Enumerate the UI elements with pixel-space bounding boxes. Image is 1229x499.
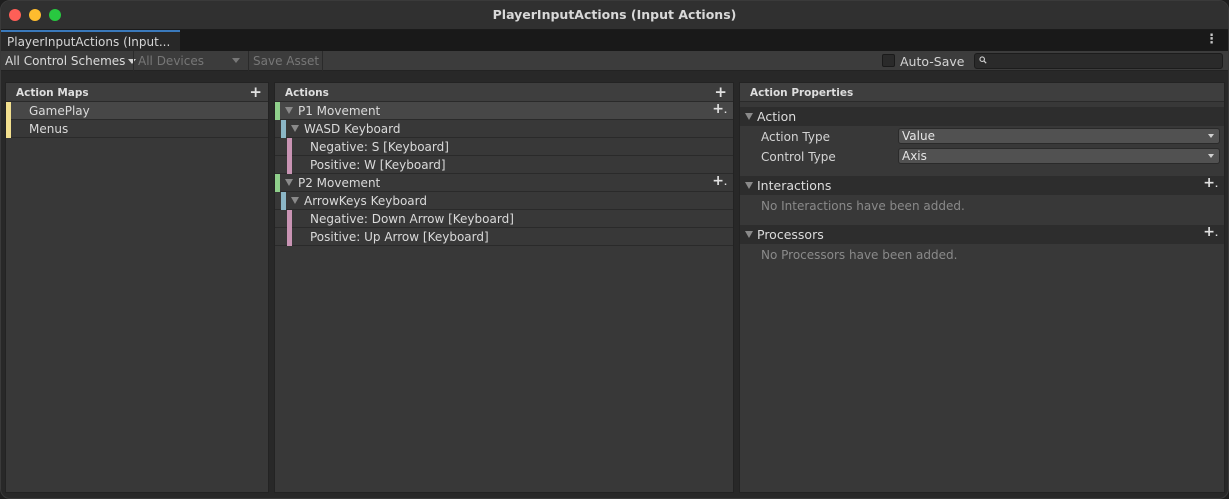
kebab-menu-icon[interactable]: ⋮ [1205,32,1218,47]
action-type-value: Value [902,129,935,143]
control-type-dropdown[interactable]: Axis [898,148,1220,164]
binding-row[interactable]: Positive: W [Keyboard] [275,156,733,174]
action-maps-panel: Action Maps + GamePlay Menus [5,82,269,493]
binding-label: Positive: Up Arrow [Keyboard] [310,230,489,244]
action-map-label: Menus [29,122,69,136]
binding-color-bar [287,210,292,228]
interactions-section-header[interactable]: Interactions +. [740,175,1224,195]
action-label: P1 Movement [298,104,381,118]
control-type-value: Axis [902,149,927,163]
actions-header: Actions [275,83,733,102]
action-maps-header: Action Maps [6,83,268,102]
toolbar: All Control Schemes All Devices Save Ass… [1,51,1228,71]
action-color-bar [275,102,280,120]
action-color-bar [275,174,280,192]
action-map-label: GamePlay [29,104,90,118]
interactions-empty-message: No Interactions have been added. [761,199,965,213]
action-type-dropdown[interactable]: Value [898,128,1220,144]
binding-label: Negative: S [Keyboard] [310,140,449,154]
binding-row[interactable]: Negative: S [Keyboard] [275,138,733,156]
triangle-down-icon[interactable] [285,107,293,114]
action-label: P2 Movement [298,176,381,190]
composite-label: ArrowKeys Keyboard [304,194,427,208]
binding-label: Negative: Down Arrow [Keyboard] [310,212,514,226]
processors-section-label: Processors [757,227,824,242]
action-map-color-bar [6,120,11,138]
action-row[interactable]: P2 Movement +. [275,173,733,192]
devices-label: All Devices [138,54,204,68]
triangle-down-icon[interactable] [745,113,753,120]
composite-row[interactable]: ArrowKeys Keyboard [275,192,733,210]
control-type-label: Control Type [761,150,836,164]
composite-color-bar [281,192,286,210]
binding-label: Positive: W [Keyboard] [310,158,446,172]
composite-row[interactable]: WASD Keyboard [275,120,733,138]
add-action-plus-icon[interactable]: + [714,83,727,101]
devices-dropdown[interactable]: All Devices [133,51,246,71]
window-title: PlayerInputActions (Input Actions) [492,7,737,22]
binding-row[interactable]: Negative: Down Arrow [Keyboard] [275,210,733,228]
add-binding-plus-icon[interactable]: +. [712,101,727,117]
add-action-map-plus-icon[interactable]: + [249,83,262,101]
auto-save-label: Auto-Save [900,54,965,69]
binding-row[interactable]: Positive: Up Arrow [Keyboard] [275,228,733,246]
action-section-label: Action [757,109,797,124]
tab-strip: PlayerInputActions (Input... ⋮ [1,30,1228,51]
action-type-label: Action Type [761,130,830,144]
binding-color-bar [287,138,292,156]
action-map-color-bar [6,102,11,120]
action-properties-header: Action Properties [740,83,1224,102]
binding-color-bar [287,156,292,174]
composite-color-bar [281,120,286,138]
triangle-down-icon[interactable] [745,231,753,238]
add-interaction-plus-icon[interactable]: +. [1203,175,1218,191]
input-actions-window: PlayerInputActions (Input Actions) Playe… [0,0,1229,499]
chevron-down-icon [232,58,240,63]
control-schemes-label: All Control Schemes [5,54,126,68]
action-section-header[interactable]: Action [740,107,1224,126]
action-map-item[interactable]: Menus [6,120,268,138]
triangle-down-icon[interactable] [291,125,299,132]
action-properties-panel: Action Properties Action Action Type Val… [739,82,1225,493]
control-schemes-dropdown[interactable]: All Control Schemes [1,51,137,71]
processors-empty-message: No Processors have been added. [761,248,958,262]
title-bar: PlayerInputActions (Input Actions) [1,1,1228,30]
processors-section-header[interactable]: Processors +. [740,224,1224,244]
add-binding-plus-icon[interactable]: +. [712,173,727,189]
action-map-item[interactable]: GamePlay [6,102,268,120]
tab-player-input-actions[interactable]: PlayerInputActions (Input... [1,30,180,51]
search-icon [979,56,987,64]
action-row[interactable]: P1 Movement +. [275,101,733,120]
actions-panel: Actions + P1 Movement +. WASD Keyboard N… [274,82,734,493]
chevron-down-icon [1208,154,1214,158]
triangle-down-icon[interactable] [745,182,753,189]
auto-save-checkbox[interactable] [882,54,895,67]
add-processor-plus-icon[interactable]: +. [1203,224,1218,240]
composite-label: WASD Keyboard [304,122,401,136]
binding-color-bar [287,228,292,246]
triangle-down-icon[interactable] [285,179,293,186]
interactions-section-label: Interactions [757,178,832,193]
search-input[interactable] [974,53,1223,69]
chevron-down-icon [1208,134,1214,138]
triangle-down-icon[interactable] [291,197,299,204]
save-asset-button[interactable]: Save Asset [248,51,323,71]
